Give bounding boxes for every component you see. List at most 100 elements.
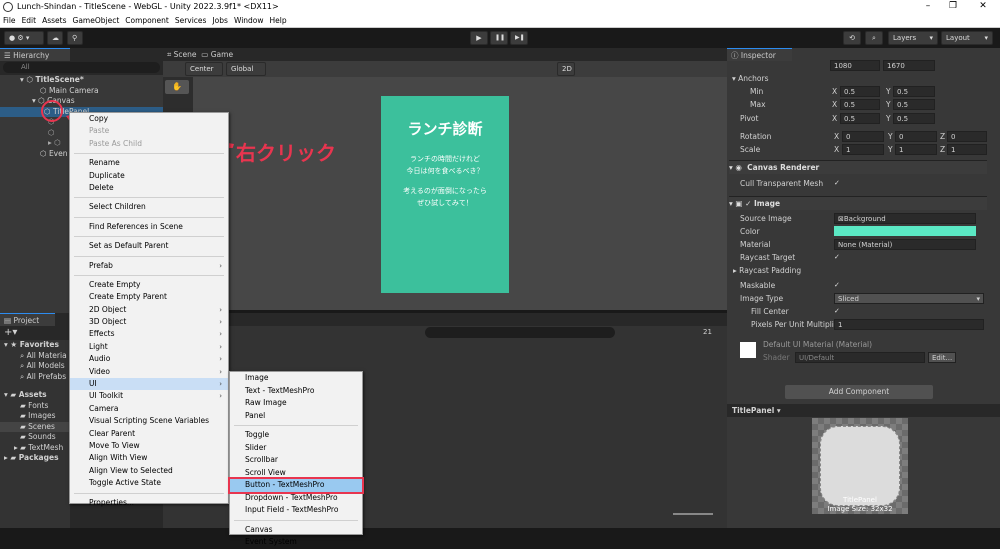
ctx-item-set-as-default-parent[interactable]: Set as Default Parent [70, 240, 228, 252]
max-x-field[interactable]: 0.5 [840, 99, 880, 110]
fav-item[interactable]: ⌕ All Prefabs [0, 372, 70, 383]
anchors-label[interactable]: ▾ Anchors [732, 72, 769, 85]
ctx-item-toggle-active-state[interactable]: Toggle Active State [70, 477, 228, 489]
tab-inspector[interactable]: ⓘ Inspector [727, 48, 792, 61]
size-width-field[interactable]: 1080 [830, 60, 880, 71]
ui-item-input-field-textmeshpro[interactable]: Input Field - TextMeshPro [230, 504, 362, 517]
shader-dropdown[interactable]: UI/Default [795, 352, 925, 363]
menu-component[interactable]: Component [122, 15, 172, 26]
color-swatch[interactable] [834, 226, 976, 236]
account-button[interactable]: ● ⚙ ▾ [4, 31, 44, 45]
source-image-field[interactable]: ⊠Background [834, 213, 976, 224]
ctx-item-align-with-view[interactable]: Align With View [70, 452, 228, 464]
ppu-field[interactable]: 1 [834, 319, 984, 330]
ui-item-scroll-view[interactable]: Scroll View [230, 467, 362, 480]
ui-item-event-system[interactable]: Event System [230, 536, 362, 549]
ctx-item-move-to-view[interactable]: Move To View [70, 440, 228, 452]
ui-item-button-textmeshpro[interactable]: Button - TextMeshPro [228, 477, 364, 494]
pivot-global-dropdown[interactable]: Global [226, 62, 266, 76]
favorites-row[interactable]: ▾ ★ Favorites [0, 340, 70, 351]
pivot-x-field[interactable]: 0.5 [840, 113, 880, 124]
rotation-x-field[interactable]: 0 [842, 131, 884, 142]
pivot-center-dropdown[interactable]: Center [185, 62, 223, 76]
ctx-item-ui[interactable]: UI › [70, 378, 228, 391]
ctx-item-camera[interactable]: Camera [70, 403, 228, 415]
ui-item-dropdown-textmeshpro[interactable]: Dropdown - TextMeshPro [230, 492, 362, 505]
tab-scene[interactable]: ⌗ Scene [167, 50, 196, 59]
raycast-target-checkbox[interactable]: ✓ [834, 254, 841, 261]
assets-row[interactable]: ▾ ▰ Assets [0, 390, 70, 401]
ctx-item-2d-object[interactable]: 2D Object › [70, 304, 228, 316]
ctx-item-select-children[interactable]: Select Children [70, 201, 228, 213]
zoom-slider[interactable] [673, 513, 713, 515]
ctx-item-create-empty[interactable]: Create Empty [70, 279, 228, 291]
add-component-button[interactable]: Add Component [785, 385, 933, 399]
min-x-field[interactable]: 0.5 [840, 86, 880, 97]
maximize-button[interactable]: ❐ [946, 1, 960, 11]
size-height-field[interactable]: 1670 [883, 60, 935, 71]
min-y-field[interactable]: 0.5 [893, 86, 935, 97]
step-button[interactable]: ▶❚ [510, 31, 528, 45]
ctx-item-align-view-to-selected[interactable]: Align View to Selected [70, 465, 228, 477]
ctx-item-properties[interactable]: Properties... [70, 497, 228, 509]
ui-item-slider[interactable]: Slider [230, 442, 362, 455]
menu-help[interactable]: Help [267, 15, 290, 26]
ctx-item-delete[interactable]: Delete [70, 182, 228, 194]
cloud-button[interactable]: ☁ [47, 31, 63, 45]
packages-row[interactable]: ▸ ▰ Packages [0, 453, 70, 464]
rotation-y-field[interactable]: 0 [895, 131, 937, 142]
ctx-item-duplicate[interactable]: Duplicate [70, 170, 228, 182]
ctx-item-prefab[interactable]: Prefab › [70, 260, 228, 272]
fav-item[interactable]: ⌕ All Materia [0, 351, 70, 362]
project-search-input[interactable] [425, 327, 615, 338]
hand-tool-icon[interactable]: ✋ [165, 80, 189, 94]
history-button[interactable]: ⟲ [843, 31, 861, 45]
ui-item-raw-image[interactable]: Raw Image [230, 397, 362, 410]
tree-item-canvas[interactable]: ▾ ⬡ Canvas [0, 96, 163, 107]
ctx-item-visual-scripting-scene-variables[interactable]: Visual Scripting Scene Variables [70, 415, 228, 427]
menu-assets[interactable]: Assets [39, 15, 69, 26]
folder-item[interactable]: ▸ ▰ TextMesh [0, 443, 70, 454]
scale-y-field[interactable]: 1 [895, 144, 937, 155]
layout-dropdown[interactable]: Layout ▾ [941, 31, 993, 45]
canvas-renderer-header[interactable]: ▾ ◉ Canvas Renderer [729, 160, 987, 174]
ui-item-panel[interactable]: Panel [230, 410, 362, 423]
menu-gameobject[interactable]: GameObject [70, 15, 123, 26]
folder-item[interactable]: ▰ Scenes [0, 421, 70, 432]
cull-checkbox[interactable]: ✓ [834, 180, 841, 187]
search-button[interactable]: ⌕ [865, 31, 883, 45]
menu-window[interactable]: Window [231, 15, 267, 26]
close-button[interactable]: ✕ [976, 1, 990, 11]
scene-row[interactable]: ▾ ⬡ TitleScene* [0, 75, 163, 86]
ctx-item-light[interactable]: Light › [70, 341, 228, 353]
raycast-padding-label[interactable]: ▸ Raycast Padding [733, 264, 801, 277]
pivot-y-field[interactable]: 0.5 [893, 113, 935, 124]
tab-hierarchy[interactable]: ☰ Hierarchy [0, 48, 70, 61]
menu-edit[interactable]: Edit [19, 15, 40, 26]
tree-item-main-camera[interactable]: ⬡ Main Camera [0, 86, 163, 97]
folder-item[interactable]: ▰ Fonts [0, 401, 70, 412]
ctx-item-video[interactable]: Video › [70, 366, 228, 378]
ui-item-text-textmeshpro[interactable]: Text - TextMeshPro [230, 385, 362, 398]
fill-center-checkbox[interactable]: ✓ [834, 308, 841, 315]
ctx-item-find-references-in-scene[interactable]: Find References in Scene [70, 221, 228, 233]
ui-item-canvas[interactable]: Canvas [230, 524, 362, 537]
menu-jobs[interactable]: Jobs [209, 15, 230, 26]
shader-edit-button[interactable]: Edit... [928, 352, 956, 363]
folder-item[interactable]: ▰ Images [0, 411, 70, 422]
max-y-field[interactable]: 0.5 [893, 99, 935, 110]
ctx-item-clear-parent[interactable]: Clear Parent [70, 428, 228, 440]
tab-game[interactable]: ▭ Game [201, 50, 233, 59]
ctx-item-3d-object[interactable]: 3D Object › [70, 316, 228, 328]
ctx-item-ui-toolkit[interactable]: UI Toolkit › [70, 390, 228, 402]
ui-item-toggle[interactable]: Toggle [230, 429, 362, 442]
mode-2d-toggle[interactable]: 2D [557, 62, 575, 76]
image-type-dropdown[interactable]: Sliced ▾ [834, 293, 984, 304]
maskable-checkbox[interactable]: ✓ [834, 282, 841, 289]
ctx-item-rename[interactable]: Rename [70, 157, 228, 169]
tab-project[interactable]: ▤ Project [0, 313, 55, 326]
ui-item-scrollbar[interactable]: Scrollbar [230, 454, 362, 467]
fav-item[interactable]: ⌕ All Models [0, 361, 70, 372]
material-field[interactable]: None (Material) [834, 239, 976, 250]
menu-file[interactable]: File [0, 15, 19, 26]
